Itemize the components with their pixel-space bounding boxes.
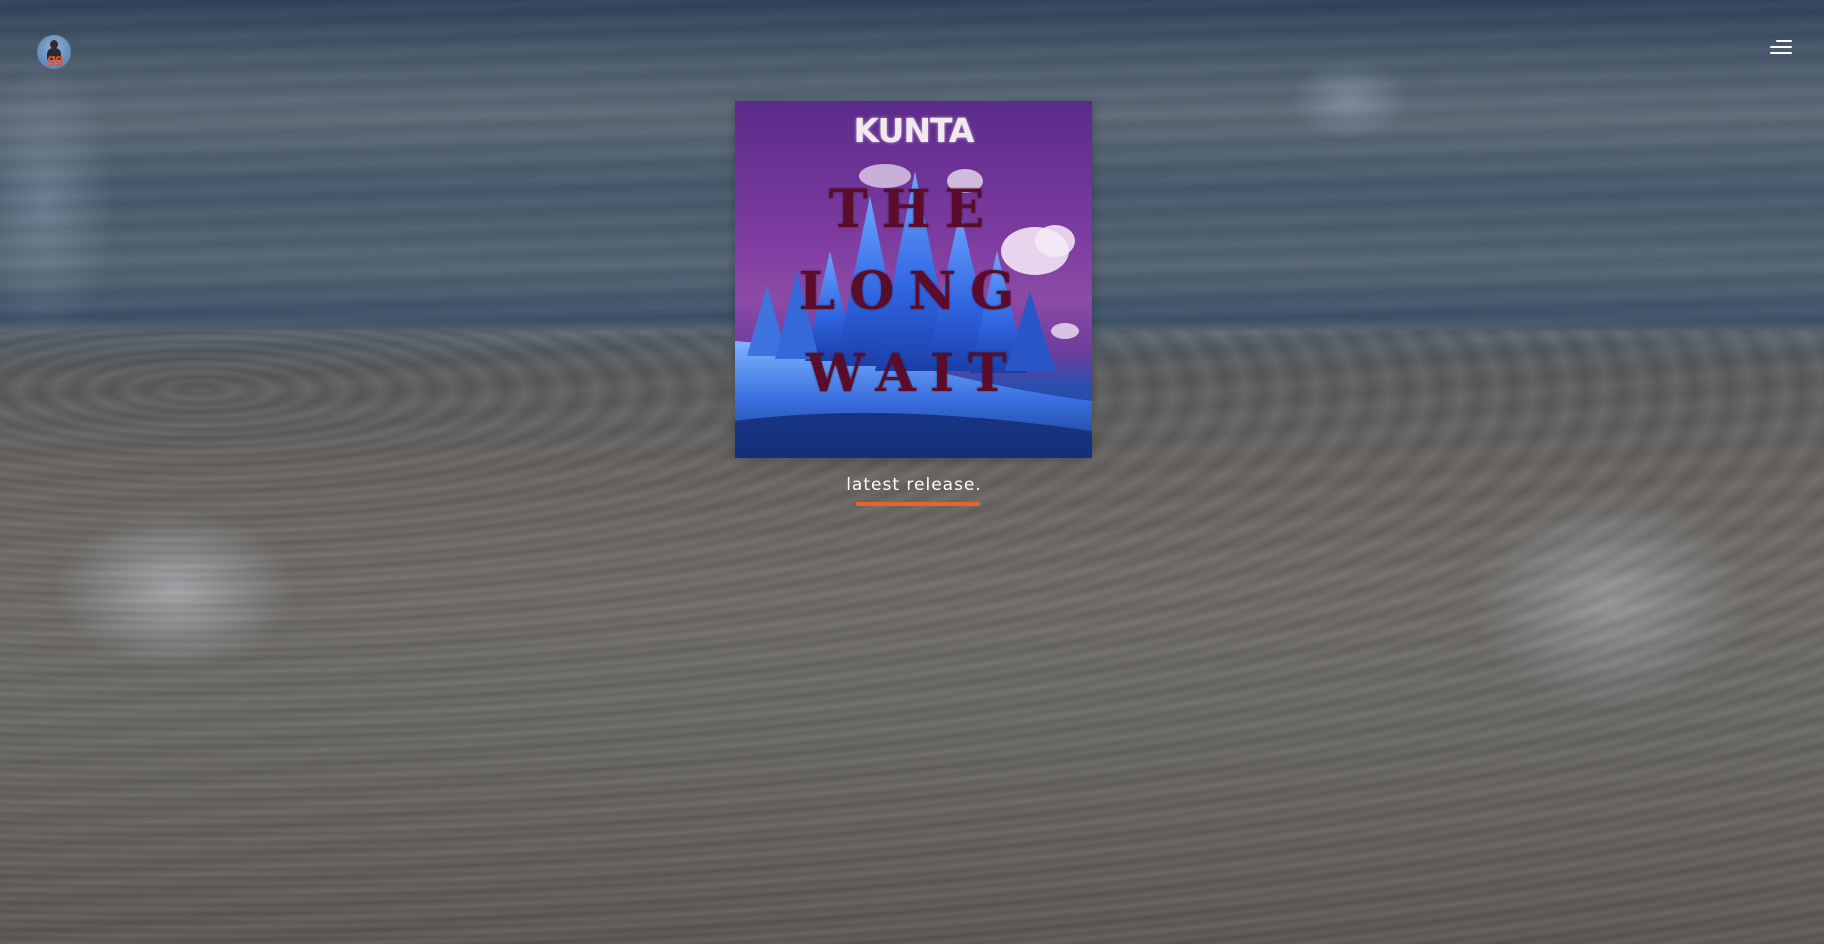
logo-text: gg bbox=[47, 52, 63, 66]
album-title-line: LONG bbox=[798, 261, 1029, 322]
menu-line bbox=[1776, 40, 1792, 42]
album-cover-image[interactable]: KUNTA THE LONG WAIT bbox=[735, 101, 1092, 458]
menu-line bbox=[1770, 52, 1792, 54]
album-title-line: THE bbox=[828, 179, 999, 240]
page-background: gg KUNTA THE LONG WAIT latest release. bbox=[0, 0, 1824, 944]
latest-release-link[interactable]: latest release. bbox=[813, 475, 1015, 495]
caption-underline bbox=[856, 502, 980, 506]
hamburger-menu-icon[interactable] bbox=[1768, 38, 1794, 58]
site-logo-avatar[interactable]: gg bbox=[37, 35, 71, 69]
album-title-line: WAIT bbox=[806, 343, 1021, 404]
album-artist: KUNTA bbox=[853, 111, 975, 150]
menu-line bbox=[1770, 46, 1792, 48]
